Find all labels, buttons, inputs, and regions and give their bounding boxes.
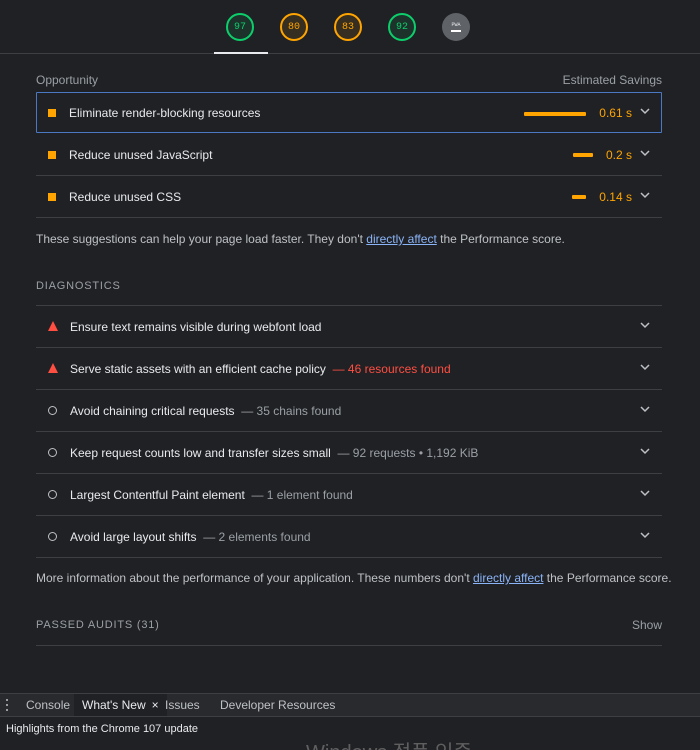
opportunity-row[interactable]: Reduce unused JavaScript 0.2 s: [36, 134, 662, 176]
diagnostic-detail: — 35 chains found: [241, 404, 342, 418]
windows-activation-watermark: Windows 정품 인증: [306, 736, 472, 750]
note-text: These suggestions can help your page loa…: [36, 232, 367, 246]
active-category-indicator: [214, 52, 268, 54]
diagnostic-title: Avoid large layout shifts — 2 elements f…: [70, 530, 311, 544]
savings-value: 0.14 s: [599, 190, 632, 204]
opportunity-note: These suggestions can help your page loa…: [36, 232, 676, 246]
chevron-down-icon[interactable]: [639, 147, 651, 159]
diagnostic-detail: — 46 resources found: [332, 362, 451, 376]
diagnostic-detail: — 92 requests • 1,192 KiB: [337, 446, 479, 460]
show-passed-audits-toggle[interactable]: Show: [632, 618, 662, 632]
score-gauge-best-practices[interactable]: 83: [334, 13, 362, 41]
savings-bar: [572, 153, 593, 157]
savings-value: 0.2 s: [605, 148, 632, 162]
diagnostic-row[interactable]: Largest Contentful Paint element — 1 ele…: [36, 474, 662, 516]
chevron-down-icon[interactable]: [639, 487, 651, 499]
savings-bar: [524, 112, 587, 116]
score-value: 80: [287, 21, 300, 33]
info-circle-icon: [48, 406, 57, 415]
chevron-down-icon[interactable]: [639, 105, 651, 117]
opportunity-row[interactable]: Reduce unused CSS 0.14 s: [36, 176, 662, 218]
drawer-tab-bar: Console What's New × Issues Developer Res…: [0, 693, 700, 717]
opportunity-title: Reduce unused JavaScript: [69, 148, 213, 162]
diagnostic-title-text: Keep request counts low and transfer siz…: [70, 446, 331, 460]
info-circle-icon: [48, 448, 57, 457]
chevron-down-icon[interactable]: [639, 403, 651, 415]
diagnostic-row[interactable]: Serve static assets with an efficient ca…: [36, 348, 662, 390]
fail-triangle-icon: [48, 321, 58, 331]
score-gauge-seo[interactable]: 92: [388, 13, 416, 41]
score-gauge-performance[interactable]: 97: [226, 13, 254, 41]
info-circle-icon: [48, 490, 57, 499]
diagnostic-title-text: Avoid large layout shifts: [70, 530, 197, 544]
savings-bar: [572, 195, 587, 199]
opportunity-title: Reduce unused CSS: [69, 190, 182, 204]
note-text: More information about the performance o…: [36, 571, 473, 585]
score-gauge-pwa[interactable]: PWA: [442, 13, 470, 41]
diagnostic-row[interactable]: Avoid large layout shifts — 2 elements f…: [36, 516, 662, 558]
average-square-icon: [48, 109, 56, 117]
diagnostic-row[interactable]: Ensure text remains visible during webfo…: [36, 306, 662, 348]
diagnostic-detail: — 2 elements found: [203, 530, 311, 544]
diagnostic-detail: — 1 element found: [251, 488, 353, 502]
tab-label: What's New: [82, 698, 146, 712]
chevron-down-icon[interactable]: [639, 361, 651, 373]
divider: [36, 645, 662, 646]
diagnostic-title-text: Serve static assets with an efficient ca…: [70, 362, 326, 376]
diagnostic-row[interactable]: Keep request counts low and transfer siz…: [36, 432, 662, 474]
category-scores-bar: 97 80 83 92 PWA: [0, 0, 700, 54]
directly-affect-link[interactable]: directly affect: [473, 571, 543, 585]
chevron-down-icon[interactable]: [639, 445, 651, 457]
diagnostic-title: Largest Contentful Paint element — 1 ele…: [70, 488, 353, 502]
score-value: 97: [233, 21, 246, 33]
opportunity-title: Eliminate render-blocking resources: [69, 106, 261, 120]
estimated-savings-column-label: Estimated Savings: [562, 73, 662, 87]
directly-affect-link[interactable]: directly affect: [366, 232, 436, 246]
score-value: 92: [395, 21, 408, 33]
diagnostic-title: Avoid chaining critical requests — 35 ch…: [70, 404, 341, 418]
tab-whats-new[interactable]: What's New ×: [74, 694, 167, 716]
chevron-down-icon[interactable]: [639, 319, 651, 331]
tab-issues[interactable]: Issues: [157, 694, 208, 716]
diagnostic-title: Ensure text remains visible during webfo…: [70, 320, 321, 334]
more-tools-kebab-icon[interactable]: [4, 698, 10, 712]
diagnostic-title-text: Ensure text remains visible during webfo…: [70, 320, 322, 334]
tab-developer-resources[interactable]: Developer Resources: [212, 694, 343, 716]
fail-triangle-icon: [48, 363, 58, 373]
opportunity-header: Opportunity Estimated Savings: [36, 73, 662, 87]
chevron-down-icon[interactable]: [639, 529, 651, 541]
pwa-label: PWA: [451, 22, 461, 28]
opportunity-column-label: Opportunity: [36, 73, 99, 87]
score-value: 83: [341, 21, 354, 33]
diagnostics-heading: DIAGNOSTICS: [36, 280, 121, 292]
info-circle-icon: [48, 532, 57, 541]
savings-value: 0.61 s: [599, 106, 632, 120]
tab-console[interactable]: Console: [18, 694, 78, 716]
diagnostic-row[interactable]: Avoid chaining critical requests — 35 ch…: [36, 390, 662, 432]
pwa-dash-icon: [451, 30, 461, 32]
average-square-icon: [48, 193, 56, 201]
score-gauge-accessibility[interactable]: 80: [280, 13, 308, 41]
chevron-down-icon[interactable]: [639, 189, 651, 201]
diagnostic-title-text: Avoid chaining critical requests: [70, 404, 235, 418]
diagnostic-title: Serve static assets with an efficient ca…: [70, 362, 451, 376]
opportunity-row[interactable]: Eliminate render-blocking resources 0.61…: [36, 92, 662, 133]
average-square-icon: [48, 151, 56, 159]
diagnostic-title-text: Largest Contentful Paint element: [70, 488, 245, 502]
note-text: the Performance score.: [436, 232, 565, 246]
diagnostics-note: More information about the performance o…: [36, 571, 676, 585]
note-text: the Performance score.: [543, 571, 672, 585]
passed-audits-heading[interactable]: PASSED AUDITS (31): [36, 619, 160, 631]
diagnostic-title: Keep request counts low and transfer siz…: [70, 446, 478, 460]
